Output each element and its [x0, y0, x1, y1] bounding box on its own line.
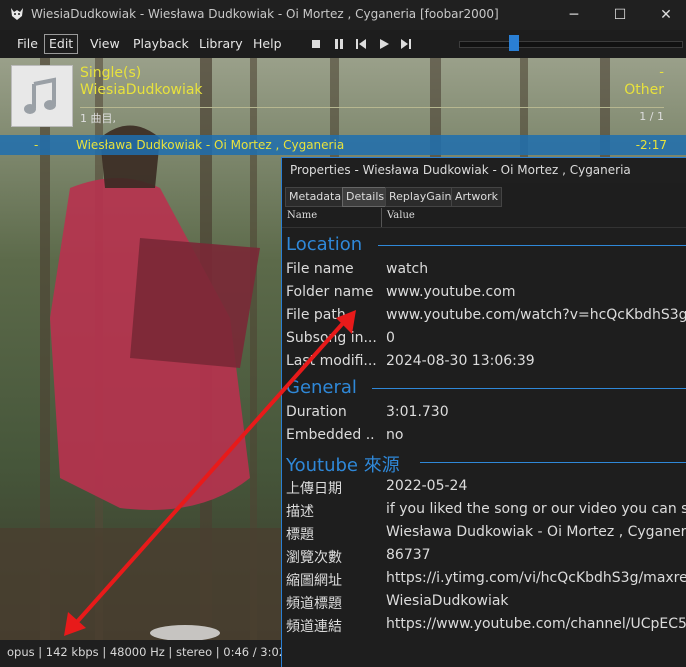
property-row[interactable]: 標題 Wiesława Dudkowiak - Oi Mortez , Cyga…: [282, 522, 686, 545]
property-name: 頻道標題: [286, 596, 342, 612]
pause-icon[interactable]: [330, 35, 348, 53]
menu-view[interactable]: View: [86, 35, 124, 53]
group-page: 1 / 1: [639, 110, 664, 123]
property-value: 2024-08-30 13:06:39: [386, 353, 535, 369]
section-general: General: [286, 377, 357, 398]
seekbar-track[interactable]: [459, 41, 683, 48]
properties-title: Properties - Wiesława Dudkowiak - Oi Mor…: [282, 158, 686, 183]
property-value: WiesiaDudkowiak: [386, 593, 509, 609]
property-value: www.youtube.com/watch?v=hcQcKbdhS3g: [386, 307, 686, 323]
property-row[interactable]: 上傳日期 2022-05-24: [282, 476, 686, 499]
property-name: File path: [286, 307, 346, 323]
property-name: File name: [286, 261, 354, 277]
property-value: 2022-05-24: [386, 478, 468, 494]
property-value: watch: [386, 261, 429, 277]
track-time: -2:17: [635, 138, 667, 152]
status-bar-right: [281, 640, 686, 667]
stop-icon[interactable]: [307, 35, 325, 53]
column-value[interactable]: Value: [387, 210, 415, 221]
foobar-app-icon: [11, 8, 23, 20]
menu-library[interactable]: Library: [195, 35, 247, 53]
title-bar: WiesiaDudkowiak - Wiesława Dudkowiak - O…: [0, 0, 686, 30]
property-value: https://www.youtube.com/channel/UCpEC5: [386, 616, 686, 632]
minimize-button[interactable]: ─: [551, 0, 597, 30]
menu-file[interactable]: File: [13, 35, 42, 53]
group-title: Single(s): [80, 65, 142, 81]
section-line: [420, 462, 686, 463]
property-row[interactable]: 瀏覽次數 86737: [282, 545, 686, 568]
group-artist: WiesiaDudkowiak: [80, 82, 203, 98]
property-value: if you liked the song or our video you c…: [386, 501, 686, 517]
menu-playback[interactable]: Playback: [129, 35, 193, 53]
property-row[interactable]: File path www.youtube.com/watch?v=hcQcKb…: [282, 305, 686, 328]
close-button[interactable]: ✕: [643, 0, 686, 30]
property-value: 86737: [386, 547, 431, 563]
property-row[interactable]: 縮圖網址 https://i.ytimg.com/vi/hcQcKbdhS3g/…: [282, 568, 686, 591]
menu-edit[interactable]: Edit: [44, 34, 79, 54]
next-icon[interactable]: [397, 35, 415, 53]
seekbar-thumb[interactable]: [509, 35, 519, 51]
property-name: 上傳日期: [286, 481, 342, 497]
section-line: [372, 388, 686, 389]
window-title: WiesiaDudkowiak - Wiesława Dudkowiak - O…: [31, 7, 499, 21]
album-art-placeholder: [11, 65, 73, 127]
status-text: opus | 142 kbps | 48000 Hz | stereo | 0:…: [7, 645, 287, 659]
property-value: Wiesława Dudkowiak - Oi Mortez , Cyganer…: [386, 524, 686, 540]
property-value: 3:01.730: [386, 404, 449, 420]
column-separator[interactable]: [381, 208, 382, 227]
property-row[interactable]: Subsong in... 0: [282, 328, 686, 351]
property-name: Duration: [286, 404, 347, 420]
column-name[interactable]: Name: [287, 210, 317, 221]
play-icon[interactable]: [375, 35, 393, 53]
maximize-button[interactable]: ☐: [597, 0, 643, 30]
group-genre: Other: [624, 82, 664, 98]
property-value: no: [386, 427, 404, 443]
property-name: 頻道連結: [286, 619, 342, 635]
group-date: -: [659, 65, 664, 80]
property-name: Subsong in...: [286, 330, 376, 346]
column-header: Name Value: [282, 208, 686, 228]
section-line: [378, 245, 686, 246]
property-row[interactable]: 頻道標題 WiesiaDudkowiak: [282, 591, 686, 614]
group-divider: [80, 107, 664, 108]
property-name: 縮圖網址: [286, 573, 342, 589]
track-number: -: [34, 138, 39, 152]
property-row[interactable]: Duration 3:01.730: [282, 402, 686, 425]
property-name: 標題: [286, 527, 314, 543]
music-note-icon: [24, 77, 56, 114]
property-row[interactable]: 描述 if you liked the song or our video yo…: [282, 499, 686, 522]
section-youtube: Youtube 來源: [286, 455, 400, 476]
property-value: www.youtube.com: [386, 284, 516, 300]
menu-help[interactable]: Help: [249, 35, 286, 53]
group-track-count: 1 曲目,: [80, 112, 116, 125]
property-name: 描述: [286, 504, 314, 520]
property-value: https://i.ytimg.com/vi/hcQcKbdhS3g/maxre: [386, 570, 686, 586]
property-name: 瀏覽次數: [286, 550, 342, 566]
status-bar: opus | 142 kbps | 48000 Hz | stereo | 0:…: [0, 640, 286, 667]
section-location: Location: [286, 234, 363, 255]
properties-panel: Properties - Wiesława Dudkowiak - Oi Mor…: [281, 157, 686, 641]
property-value: 0: [386, 330, 395, 346]
tab-metadata[interactable]: Metadata: [285, 187, 346, 207]
property-row[interactable]: 頻道連結 https://www.youtube.com/channel/UCp…: [282, 614, 686, 637]
property-name: Folder name: [286, 284, 374, 300]
property-row[interactable]: Folder name www.youtube.com: [282, 282, 686, 305]
previous-icon[interactable]: [352, 35, 370, 53]
tab-artwork[interactable]: Artwork: [451, 187, 502, 207]
property-row[interactable]: Embedded ... no: [282, 425, 686, 448]
track-title: Wiesława Dudkowiak - Oi Mortez , Cyganer…: [76, 138, 345, 152]
tab-replaygain[interactable]: ReplayGain: [385, 187, 456, 207]
property-row[interactable]: Last modifi... 2024-08-30 13:06:39: [282, 351, 686, 374]
property-name: Embedded ...: [286, 427, 376, 443]
tab-details[interactable]: Details: [342, 187, 389, 207]
property-name: Last modifi...: [286, 353, 376, 369]
property-row[interactable]: File name watch: [282, 259, 686, 282]
